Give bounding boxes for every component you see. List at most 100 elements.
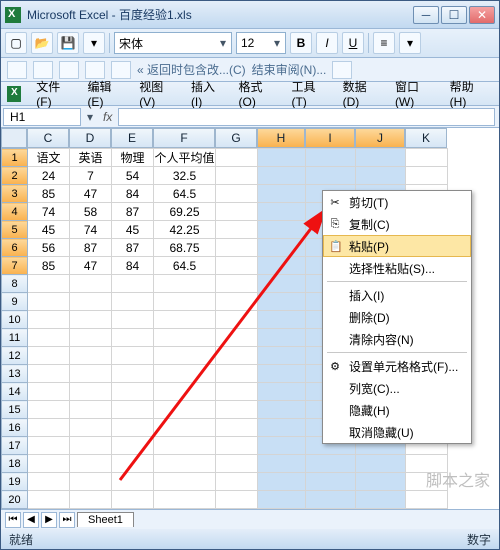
excel-doc-icon[interactable] <box>7 86 21 102</box>
cell[interactable]: 7 <box>70 167 112 185</box>
cell[interactable] <box>70 437 112 455</box>
italic-button[interactable]: I <box>316 32 338 54</box>
select-all-corner[interactable] <box>1 128 27 148</box>
col-header-K[interactable]: K <box>405 128 447 148</box>
cell[interactable] <box>216 293 258 311</box>
cell[interactable] <box>28 455 70 473</box>
cell[interactable] <box>258 329 306 347</box>
col-header-C[interactable]: C <box>27 128 69 148</box>
font-name-input[interactable] <box>115 33 215 53</box>
col-header-F[interactable]: F <box>153 128 215 148</box>
cell[interactable] <box>258 275 306 293</box>
cell[interactable] <box>258 185 306 203</box>
cell[interactable]: 68.75 <box>154 239 216 257</box>
cell[interactable] <box>154 311 216 329</box>
cell[interactable] <box>216 491 258 509</box>
cell[interactable]: 45 <box>112 221 154 239</box>
col-header-J[interactable]: J <box>355 128 405 148</box>
row-header[interactable]: 13 <box>2 365 28 383</box>
cell[interactable] <box>154 293 216 311</box>
cell[interactable] <box>216 203 258 221</box>
ctx-col-width[interactable]: 列宽(C)... <box>323 377 471 399</box>
cell[interactable] <box>154 437 216 455</box>
cell[interactable] <box>258 473 306 491</box>
cell[interactable] <box>154 473 216 491</box>
review-icon[interactable] <box>7 61 27 79</box>
cell[interactable] <box>70 455 112 473</box>
cell[interactable] <box>28 437 70 455</box>
cell[interactable] <box>216 275 258 293</box>
open-icon[interactable]: 📂 <box>31 32 53 54</box>
tab-nav-next[interactable]: ▶ <box>41 512 57 528</box>
cell[interactable] <box>70 401 112 419</box>
cell[interactable]: 物理 <box>112 149 154 167</box>
cell[interactable] <box>112 473 154 491</box>
cell[interactable] <box>216 329 258 347</box>
cell[interactable]: 64.5 <box>154 257 216 275</box>
fx-icon[interactable]: fx <box>97 110 118 124</box>
cell[interactable] <box>112 401 154 419</box>
cell[interactable] <box>112 347 154 365</box>
cell[interactable] <box>306 149 356 167</box>
cell[interactable] <box>216 311 258 329</box>
cell[interactable] <box>70 275 112 293</box>
underline-button[interactable]: U <box>342 32 364 54</box>
row-header[interactable]: 2 <box>2 167 28 185</box>
menu-file[interactable]: 文件(F) <box>29 76 78 111</box>
col-header-E[interactable]: E <box>111 128 153 148</box>
ctx-unhide[interactable]: 取消隐藏(U) <box>323 421 471 443</box>
cell[interactable] <box>258 311 306 329</box>
cell[interactable] <box>154 365 216 383</box>
cell[interactable] <box>356 473 406 491</box>
menu-tools[interactable]: 工具(T) <box>284 76 333 111</box>
row-header[interactable]: 1 <box>2 149 28 167</box>
cell[interactable] <box>216 365 258 383</box>
cell[interactable]: 42.25 <box>154 221 216 239</box>
cell[interactable] <box>258 437 306 455</box>
cell[interactable] <box>28 347 70 365</box>
cell[interactable] <box>216 383 258 401</box>
row-header[interactable]: 7 <box>2 257 28 275</box>
cell[interactable] <box>258 203 306 221</box>
cell[interactable] <box>28 473 70 491</box>
row-header[interactable]: 10 <box>2 311 28 329</box>
menu-window[interactable]: 窗口(W) <box>388 76 441 111</box>
cell[interactable] <box>28 419 70 437</box>
cell[interactable] <box>70 293 112 311</box>
cell[interactable] <box>112 275 154 293</box>
row-header[interactable]: 3 <box>2 185 28 203</box>
cell[interactable] <box>154 275 216 293</box>
cell[interactable] <box>70 347 112 365</box>
font-name-select[interactable]: ▾ <box>114 32 232 54</box>
ctx-format-cells[interactable]: ⚙设置单元格格式(F)... <box>323 355 471 377</box>
font-size-input[interactable] <box>237 33 269 53</box>
cell[interactable] <box>258 149 306 167</box>
cell[interactable] <box>356 167 406 185</box>
cell[interactable]: 24 <box>28 167 70 185</box>
cell[interactable] <box>28 491 70 509</box>
sheet-tab-1[interactable]: Sheet1 <box>77 512 134 527</box>
row-header[interactable]: 11 <box>2 329 28 347</box>
formula-input[interactable] <box>118 108 495 126</box>
cell[interactable] <box>112 293 154 311</box>
menu-edit[interactable]: 编辑(E) <box>80 76 130 111</box>
chevron-down-icon[interactable]: ▾ <box>269 36 285 50</box>
cell[interactable]: 74 <box>70 221 112 239</box>
cell[interactable]: 87 <box>70 239 112 257</box>
cell[interactable] <box>112 437 154 455</box>
cell[interactable]: 84 <box>112 257 154 275</box>
cell[interactable] <box>356 455 406 473</box>
cell[interactable]: 英语 <box>70 149 112 167</box>
cell[interactable] <box>258 455 306 473</box>
cell[interactable] <box>70 383 112 401</box>
cell[interactable]: 语文 <box>28 149 70 167</box>
overflow-icon[interactable]: ▾ <box>399 32 421 54</box>
cell[interactable] <box>258 383 306 401</box>
ctx-paste[interactable]: 📋粘贴(P) <box>323 235 471 257</box>
row-header[interactable]: 14 <box>2 383 28 401</box>
col-header-I[interactable]: I <box>305 128 355 148</box>
cell[interactable] <box>258 239 306 257</box>
cell[interactable] <box>70 473 112 491</box>
cell[interactable]: 74 <box>28 203 70 221</box>
cell[interactable]: 87 <box>112 203 154 221</box>
